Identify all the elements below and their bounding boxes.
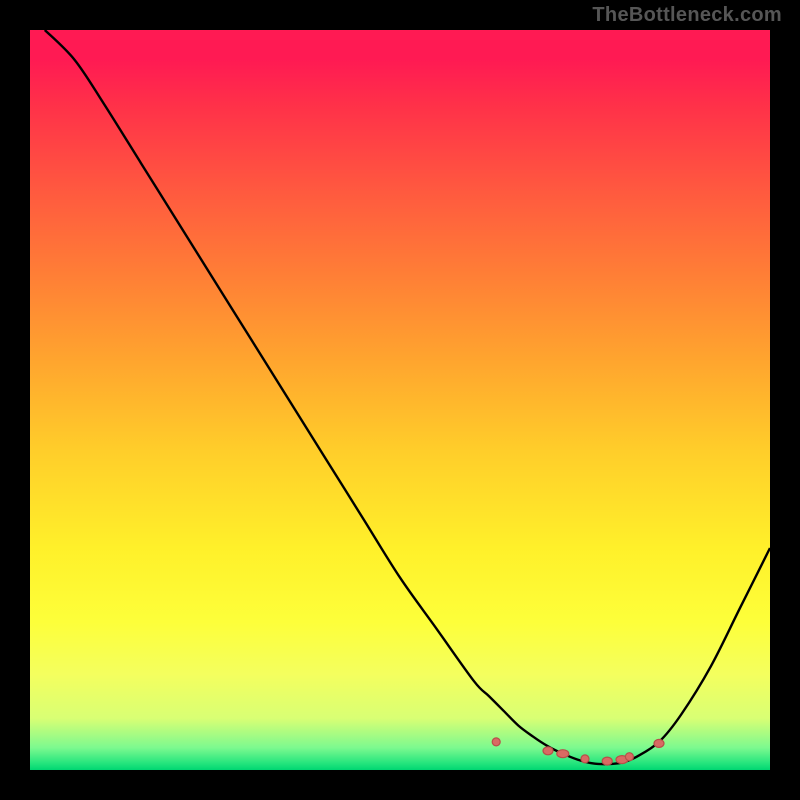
sweet-spot-marker (602, 757, 612, 765)
plot-area (30, 30, 770, 770)
chart-container: TheBottleneck.com (0, 0, 800, 800)
sweet-spot-marker (557, 750, 569, 758)
sweet-spot-marker (581, 755, 589, 763)
sweet-spot-marker (492, 738, 500, 746)
attribution-text: TheBottleneck.com (592, 4, 782, 27)
sweet-spot-marker (654, 739, 664, 747)
chart-svg (30, 30, 770, 770)
sweet-spot-marker (625, 753, 633, 761)
sweet-spot-marker (543, 747, 553, 755)
bottleneck-curve (45, 30, 770, 764)
